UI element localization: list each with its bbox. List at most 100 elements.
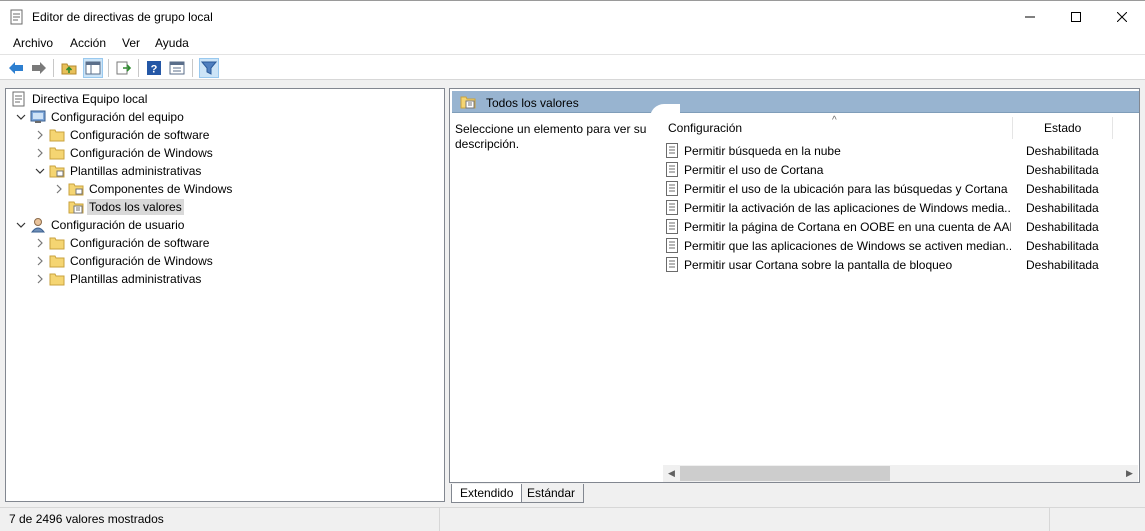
policy-editor-icon: [10, 9, 24, 25]
menu-archivo[interactable]: Archivo: [13, 36, 53, 50]
chevron-down-icon[interactable]: [14, 218, 28, 232]
filter-button[interactable]: [199, 58, 219, 78]
menu-accion[interactable]: Acción: [70, 36, 106, 50]
chevron-right-icon[interactable]: [33, 272, 47, 286]
view-tabs: Extendido Estándar: [449, 484, 1140, 504]
help-button[interactable]: ?: [144, 58, 164, 78]
show-hide-tree-icon: [85, 61, 101, 75]
setting-name: Permitir el uso de Cortana: [684, 163, 824, 177]
status-cell: 7 de 2496 valores mostrados: [0, 508, 440, 531]
tree-item-configuracion-de-windows[interactable]: Configuración de Windows: [33, 144, 215, 162]
tree-item-usuario-configuracion-de-software[interactable]: Configuración de software: [33, 234, 211, 252]
list-item[interactable]: Permitir búsqueda en la nube Deshabilita…: [664, 141, 1139, 160]
chevron-right-icon[interactable]: [33, 236, 47, 250]
column-header-estado[interactable]: Estado: [1044, 121, 1081, 135]
column-divider[interactable]: [1112, 117, 1113, 139]
list-item[interactable]: Permitir el uso de Cortana Deshabilitada: [664, 160, 1139, 179]
maximize-button[interactable]: [1053, 1, 1099, 32]
column-header-configuracion[interactable]: Configuración: [668, 121, 742, 135]
list-item[interactable]: Permitir el uso de la ubicación para las…: [664, 179, 1139, 198]
folder-icon: [49, 253, 65, 269]
title-bar: Editor de directivas de grupo local: [0, 0, 1145, 32]
policy-document-icon: [11, 91, 27, 107]
scroll-right-icon[interactable]: ▶: [1121, 465, 1138, 482]
tree-item-label: Configuración de Windows: [70, 146, 213, 160]
chevron-right-icon[interactable]: [33, 146, 47, 160]
svg-text:?: ?: [151, 64, 158, 76]
sort-ascending-icon: ^: [832, 115, 837, 126]
close-button[interactable]: [1099, 1, 1145, 32]
tree-item-label: Configuración del equipo: [51, 110, 184, 124]
setting-state: Deshabilitada: [1026, 144, 1099, 158]
policy-setting-icon: [666, 238, 678, 253]
horizontal-scrollbar[interactable]: ◀ ▶: [663, 465, 1138, 482]
menu-ver[interactable]: Ver: [122, 36, 140, 50]
tree-item-directiva-equipo-local[interactable]: Directiva Equipo local: [11, 90, 149, 108]
folder-icon: [68, 181, 84, 197]
tab-estandar[interactable]: Estándar: [519, 484, 585, 503]
scroll-left-icon[interactable]: ◀: [663, 465, 680, 482]
list-item[interactable]: Permitir la página de Cortana en OOBE en…: [664, 217, 1139, 236]
policy-setting-icon: [666, 219, 678, 234]
chevron-right-icon[interactable]: [33, 128, 47, 142]
close-icon: [1117, 11, 1127, 22]
tree-item-label: Directiva Equipo local: [32, 92, 148, 106]
details-pane: Todos los valores Seleccione un elemento…: [449, 88, 1140, 483]
properties-button[interactable]: [167, 58, 187, 78]
tree-item-label: Componentes de Windows: [89, 182, 233, 196]
forward-button[interactable]: [29, 58, 49, 78]
forward-arrow-icon: [32, 62, 46, 74]
all-settings-icon: [460, 94, 476, 110]
tree-item-label: Plantillas administrativas: [70, 272, 202, 286]
up-level-button[interactable]: [59, 58, 79, 78]
menu-ayuda[interactable]: Ayuda: [155, 36, 189, 50]
folder-icon: [49, 127, 65, 143]
setting-name: Permitir la activación de las aplicacion…: [684, 201, 1011, 215]
tree-item-configuracion-de-software[interactable]: Configuración de software: [33, 126, 211, 144]
window-title: Editor de directivas de grupo local: [32, 10, 213, 24]
show-hide-tree-button[interactable]: [83, 58, 103, 78]
tree-item-todos-los-valores[interactable]: Todos los valores: [68, 198, 184, 216]
properties-icon: [169, 61, 185, 75]
export-list-button[interactable]: [114, 58, 134, 78]
minimize-icon: [1025, 16, 1035, 17]
computer-icon: [30, 109, 46, 125]
policy-setting-icon: [666, 257, 678, 272]
tree-item-label: Configuración de software: [70, 236, 210, 250]
list-item[interactable]: Permitir que las aplicaciones de Windows…: [664, 236, 1139, 255]
tree-item-usuario-configuracion-de-windows[interactable]: Configuración de Windows: [33, 252, 215, 270]
policy-setting-icon: [666, 143, 678, 158]
back-button[interactable]: [6, 58, 26, 78]
chevron-right-icon[interactable]: [33, 254, 47, 268]
setting-state: Deshabilitada: [1026, 201, 1099, 215]
folder-icon: [49, 235, 65, 251]
chevron-down-icon[interactable]: [33, 164, 47, 178]
status-cell: [450, 508, 1050, 531]
export-list-icon: [116, 61, 132, 75]
tree-item-plantillas-administrativas[interactable]: Plantillas administrativas: [33, 162, 203, 180]
tree-item-label: Todos los valores: [87, 199, 184, 215]
folder-icon: [49, 145, 65, 161]
tab-extendido[interactable]: Extendido: [451, 484, 523, 503]
tree-item-usuario-plantillas-administrativas[interactable]: Plantillas administrativas: [33, 270, 203, 288]
back-arrow-icon: [9, 62, 23, 74]
list-item[interactable]: Permitir usar Cortana sobre la pantalla …: [664, 255, 1139, 274]
chevron-down-icon[interactable]: [14, 110, 28, 124]
setting-state: Deshabilitada: [1026, 163, 1099, 177]
folder-icon: [49, 271, 65, 287]
setting-name: Permitir búsqueda en la nube: [684, 144, 841, 158]
description-text: Seleccione un elemento para ver su descr…: [455, 122, 647, 151]
tree-item-componentes-de-windows[interactable]: Componentes de Windows: [52, 180, 234, 198]
scrollbar-thumb[interactable]: [680, 466, 890, 481]
help-icon: ?: [147, 61, 161, 76]
list-item[interactable]: Permitir la activación de las aplicacion…: [664, 198, 1139, 217]
status-bar: 7 de 2496 valores mostrados: [0, 507, 1145, 531]
column-divider[interactable]: [1012, 117, 1013, 139]
status-text: 7 de 2496 valores mostrados: [9, 512, 164, 526]
minimize-button[interactable]: [1007, 1, 1053, 32]
tree-item-configuracion-del-equipo[interactable]: Configuración del equipo: [14, 108, 186, 126]
chevron-right-icon[interactable]: [52, 182, 66, 196]
tree-item-configuracion-de-usuario[interactable]: Configuración de usuario: [14, 216, 186, 234]
filter-icon: [201, 61, 217, 75]
policy-setting-icon: [666, 200, 678, 215]
